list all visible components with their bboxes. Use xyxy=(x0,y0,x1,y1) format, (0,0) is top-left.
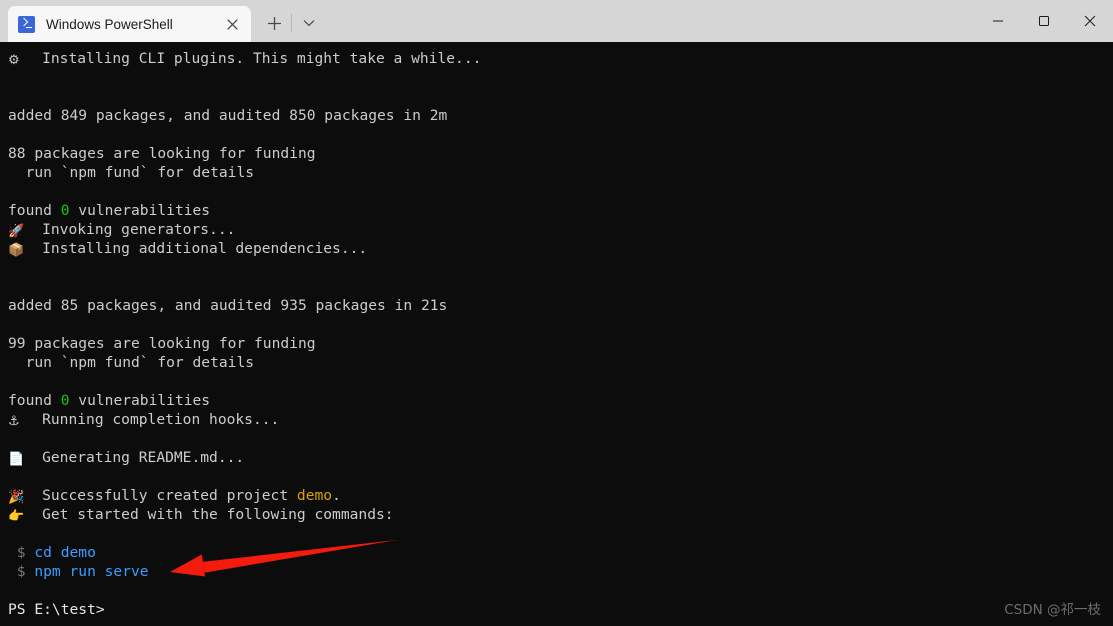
terminal-line: 📄 Generating README.md... xyxy=(8,449,245,467)
terminal-line: 🎉 Successfully created project demo. xyxy=(8,487,341,505)
terminal-line: 99 packages are looking for funding xyxy=(8,335,316,352)
chevron-down-icon[interactable] xyxy=(292,6,326,40)
terminal-line: ⚙ Installing CLI plugins. This might tak… xyxy=(8,50,482,68)
watermark: CSDN @祁一枝 xyxy=(1004,602,1101,618)
window-close-button[interactable] xyxy=(1067,0,1113,42)
terminal-line: 📦 Installing additional dependencies... xyxy=(8,240,368,258)
maximize-button[interactable] xyxy=(1021,0,1067,42)
terminal-line: added 849 packages, and audited 850 pack… xyxy=(8,107,448,124)
tab-title: Windows PowerShell xyxy=(46,16,173,32)
terminal-line: run `npm fund` for details xyxy=(8,354,255,371)
command-prompt-symbol: $ xyxy=(8,563,35,580)
status-glyph-icon: 📄 xyxy=(8,452,25,467)
status-glyph-icon: ⚓ xyxy=(8,414,20,429)
title-bar: Windows PowerShell xyxy=(0,0,1113,42)
terminal-line: found 0 vulnerabilities xyxy=(8,202,211,219)
new-tab-button[interactable] xyxy=(257,6,291,40)
suggested-command: $ cd demo xyxy=(8,543,96,562)
status-glyph-icon: 📦 xyxy=(8,243,25,258)
highlighted-token: 0 xyxy=(60,202,70,219)
minimize-button[interactable] xyxy=(975,0,1021,42)
highlighted-token: demo xyxy=(296,487,333,504)
tab-windows-powershell[interactable]: Windows PowerShell xyxy=(8,6,251,42)
command-prompt-symbol: $ xyxy=(8,544,35,561)
status-glyph-icon: 👉 xyxy=(8,509,25,524)
terminal-line: ⚓ Running completion hooks... xyxy=(8,411,280,429)
terminal-line: run `npm fund` for details xyxy=(8,164,255,181)
highlighted-token: 0 xyxy=(60,392,70,409)
powershell-icon xyxy=(18,15,35,33)
suggested-command: $ npm run serve xyxy=(8,562,149,581)
command-text: cd demo xyxy=(34,544,96,561)
terminal-output[interactable]: ⚙ Installing CLI plugins. This might tak… xyxy=(0,42,1113,626)
terminal-line: found 0 vulnerabilities xyxy=(8,392,211,409)
status-glyph-icon: ⚙ xyxy=(8,53,20,68)
terminal-line: added 85 packages, and audited 935 packa… xyxy=(8,297,448,314)
terminal-line: 👉 Get started with the following command… xyxy=(8,506,394,524)
command-text: npm run serve xyxy=(34,563,149,580)
terminal-line: 88 packages are looking for funding xyxy=(8,145,316,162)
shell-prompt[interactable]: PS E:\test> xyxy=(8,600,105,619)
window-controls xyxy=(975,0,1113,42)
terminal-line: 🚀 Invoking generators... xyxy=(8,221,236,239)
close-icon[interactable] xyxy=(219,11,245,37)
powershell-window: Windows PowerShell ⚙ Installing CLI plug… xyxy=(0,0,1113,626)
